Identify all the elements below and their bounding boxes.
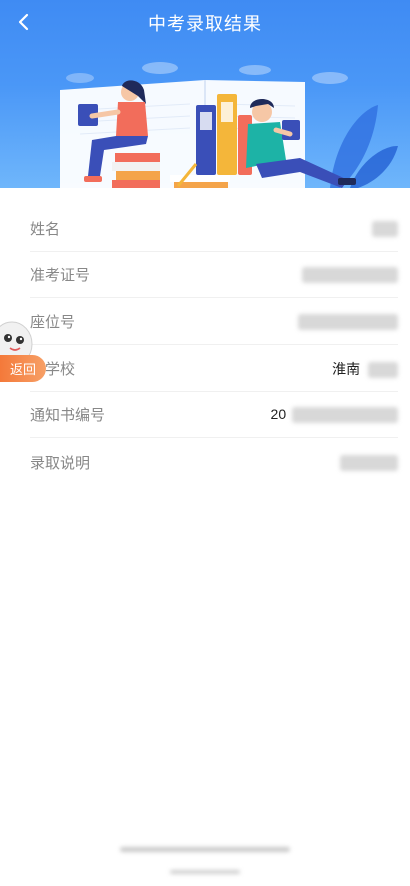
reading-illustration bbox=[60, 62, 398, 188]
notice-number-text: 20 bbox=[270, 405, 287, 422]
redacted-mask bbox=[170, 869, 240, 874]
admitted-school-text: 淮南 bbox=[332, 360, 361, 377]
name-value bbox=[372, 220, 398, 238]
exam-number-label: 准考证号 bbox=[30, 267, 91, 284]
redacted-mask bbox=[368, 361, 398, 378]
admission-note-value bbox=[340, 453, 398, 471]
header-banner: 中考录取结果 bbox=[0, 0, 410, 188]
return-button[interactable]: 返回 bbox=[0, 355, 46, 382]
exam-number-value bbox=[302, 266, 398, 284]
row-admitted-school: 取学校 淮南 bbox=[30, 346, 398, 392]
redacted-mask bbox=[302, 267, 398, 284]
notice-number-label: 通知书编号 bbox=[30, 407, 106, 424]
row-notice-number: 通知书编号 20 bbox=[30, 392, 398, 438]
admitted-school-value: 淮南 bbox=[332, 359, 398, 379]
seat-number-value bbox=[298, 313, 398, 331]
notice-number-value: 20 bbox=[270, 405, 398, 424]
redacted-mask bbox=[340, 454, 398, 471]
row-admission-note: 录取说明 bbox=[30, 439, 398, 485]
redacted-mask bbox=[372, 221, 398, 238]
footer-source bbox=[0, 869, 410, 875]
row-exam-number: 准考证号 bbox=[30, 252, 398, 298]
row-name: 姓名 bbox=[30, 206, 398, 252]
redacted-mask bbox=[298, 314, 398, 331]
redacted-mask bbox=[292, 407, 398, 424]
name-label: 姓名 bbox=[30, 221, 61, 238]
admission-note-label: 录取说明 bbox=[30, 454, 91, 472]
page-title: 中考录取结果 bbox=[148, 14, 262, 34]
row-seat-number: 座位号 bbox=[30, 299, 398, 345]
footer-notice bbox=[0, 847, 410, 853]
redacted-mask bbox=[120, 847, 290, 852]
